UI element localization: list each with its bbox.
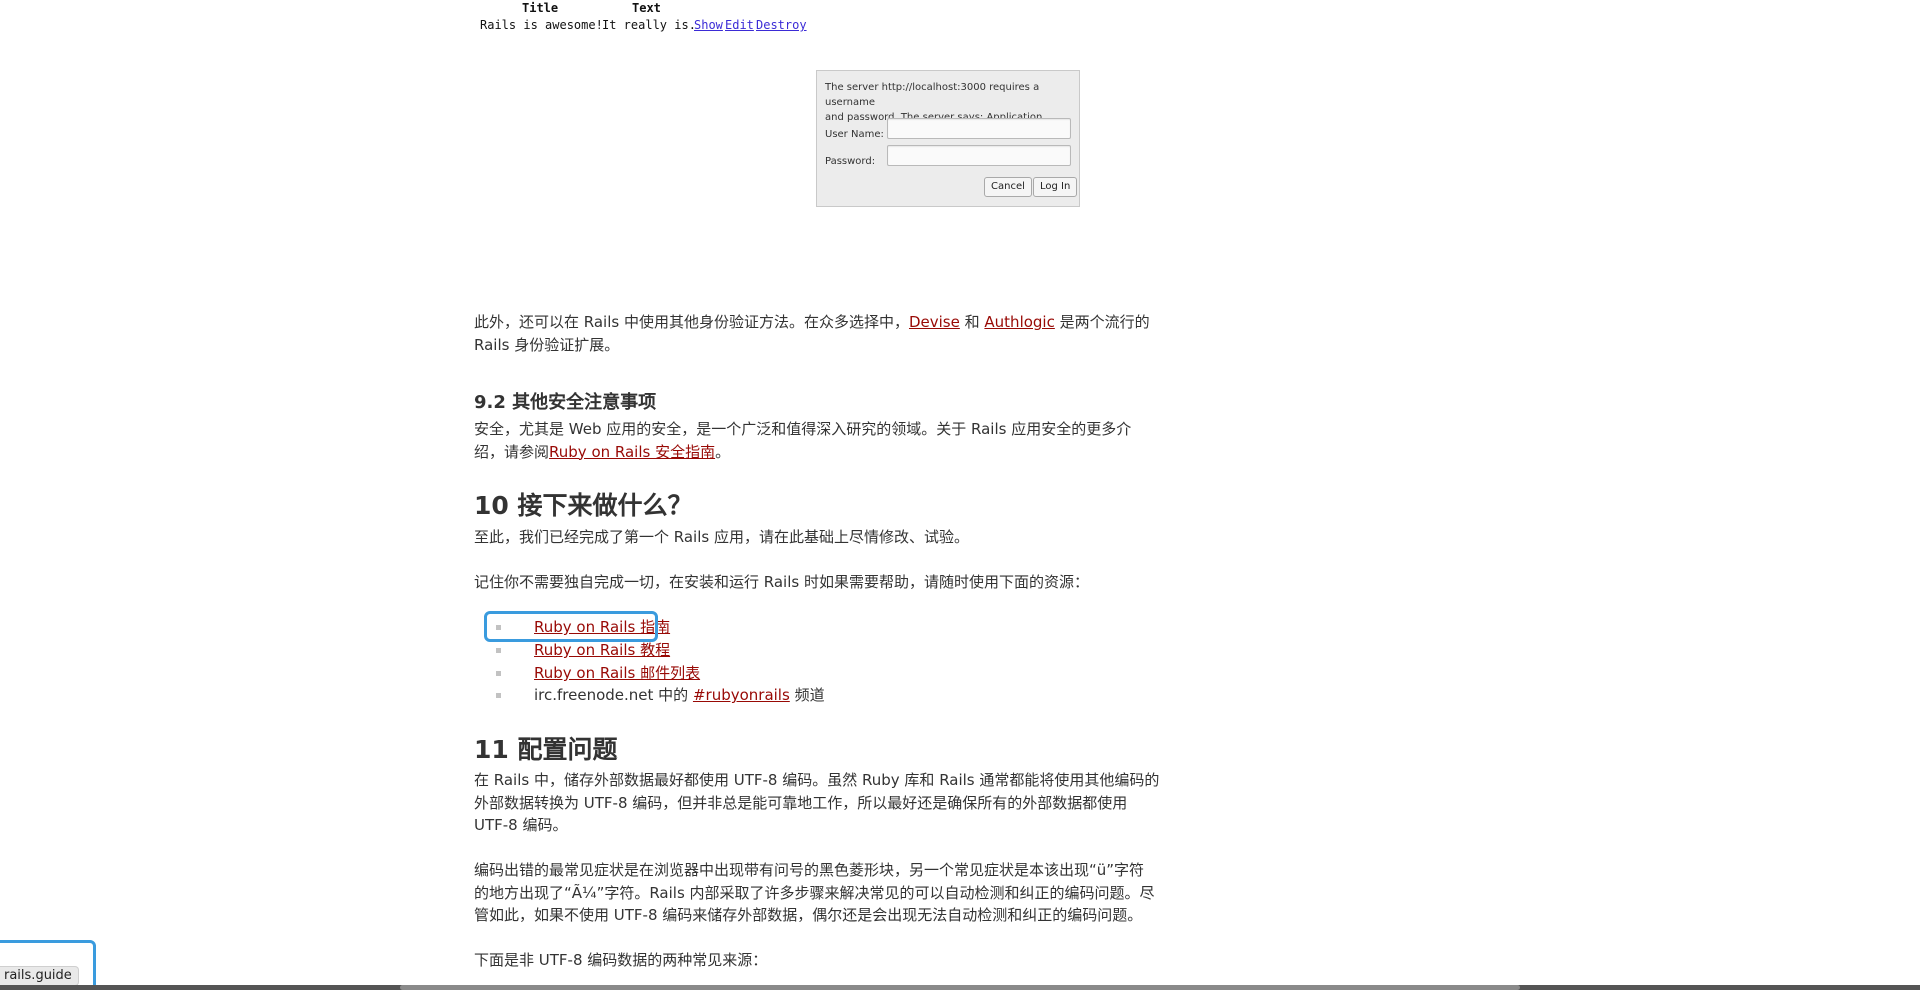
security-guide-link[interactable]: Ruby on Rails 安全指南: [549, 443, 715, 461]
password-label: Password:: [825, 156, 876, 167]
heading-11: 11 配置问题: [474, 735, 618, 764]
devise-link[interactable]: Devise: [909, 313, 960, 331]
username-label: User Name:: [825, 129, 884, 140]
paragraph-resources: 记住你不需要独自完成一切，在安装和运行 Rails 时如果需要帮助，请随时使用下…: [474, 573, 1089, 591]
table-header-text: Text: [632, 1, 661, 15]
focus-highlight: [484, 611, 658, 642]
heading-10: 10 接下来做什么？: [474, 491, 693, 520]
mailing-list-link[interactable]: Ruby on Rails 邮件列表: [534, 662, 700, 685]
paragraph-security: 安全，尤其是 Web 应用的安全，是一个广泛和值得深入研究的领域。关于 Rail…: [474, 420, 1132, 461]
paragraph-sources: 下面是非 UTF-8 编码数据的两种常见来源：: [474, 951, 768, 969]
horizontal-scrollbar[interactable]: [0, 985, 1920, 990]
password-field[interactable]: [887, 145, 1071, 166]
destroy-link[interactable]: Destroy: [756, 18, 807, 32]
cancel-button[interactable]: Cancel: [984, 177, 1032, 197]
username-field[interactable]: [887, 118, 1071, 139]
status-url: rails.guide: [0, 966, 79, 986]
paragraph-symptoms: 编码出错的最常见症状是在浏览器中出现带有问号的黑色菱形块，另一个常见症状是本该出…: [474, 861, 1155, 924]
heading-9-2: 9.2 其他安全注意事项: [474, 392, 657, 413]
paragraph-done: 至此，我们已经完成了第一个 Rails 应用，请在此基础上尽情修改、试验。: [474, 528, 969, 546]
log-in-button[interactable]: Log In: [1033, 177, 1078, 197]
table-header-title: Title: [522, 1, 559, 15]
table-cell-title: Rails is awesome!: [480, 18, 603, 32]
paragraph-other-auth: 此外，还可以在 Rails 中使用其他身份验证方法。在众多选择中，Devise …: [474, 313, 1150, 354]
show-link[interactable]: Show: [694, 18, 723, 32]
authlogic-link[interactable]: Authlogic: [984, 313, 1054, 331]
edit-link[interactable]: Edit: [725, 18, 754, 32]
scrollbar-thumb[interactable]: [400, 985, 1520, 990]
bullet-icon: [496, 693, 501, 698]
rubyonrails-channel-link[interactable]: #rubyonrails: [693, 686, 790, 704]
paragraph-utf8: 在 Rails 中，储存外部数据最好都使用 UTF-8 编码。虽然 Ruby 库…: [474, 771, 1160, 834]
auth-message-line-1: The server http://localhost:3000 require…: [825, 82, 1040, 108]
bullet-icon: [496, 671, 501, 676]
auth-dialog: The server http://localhost:3000 require…: [816, 70, 1080, 207]
bullet-icon: [496, 648, 501, 653]
rails-tutorial-link[interactable]: Ruby on Rails 教程: [534, 639, 670, 662]
table-cell-text: It really is.: [602, 18, 696, 32]
irc-item: irc.freenode.net 中的 #rubyonrails 频道: [534, 686, 825, 704]
